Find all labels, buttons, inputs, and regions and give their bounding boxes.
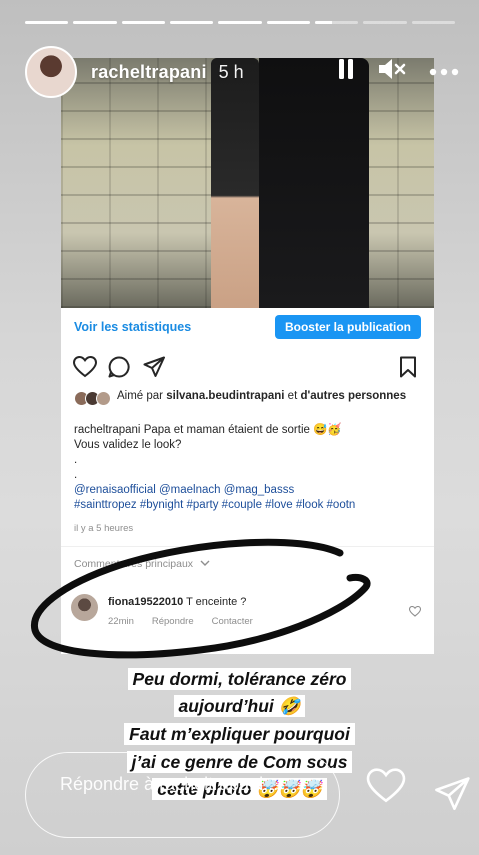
comment-text: fiona19522010 T enceinte ? — [108, 596, 247, 608]
progress-segment — [73, 21, 117, 24]
heart-icon[interactable] — [72, 355, 98, 383]
comment-item: fiona19522010 T enceinte ? 22min Répondr… — [71, 594, 422, 634]
caption-dot-2: . — [74, 469, 78, 481]
comment-time: 22min — [108, 616, 134, 627]
liked-others-link[interactable]: d'autres personnes — [300, 390, 406, 402]
story-text-line: aujourd’hui 🤣 — [0, 694, 479, 718]
story-username[interactable]: racheltrapani — [91, 62, 207, 83]
view-stats-link[interactable]: Voir les statistiques — [74, 320, 191, 334]
liked-by: Aimé par silvana.beudintrapani et d'autr… — [74, 389, 424, 406]
post-time-ago: il y a 5 heures — [74, 523, 134, 534]
post-insights-row: Voir les statistiques Booster la publica… — [61, 308, 434, 346]
comment-reply-button[interactable]: Répondre — [152, 616, 194, 627]
story-time: 5 h — [218, 61, 244, 82]
pause-icon[interactable] — [337, 57, 355, 86]
progress-segment — [411, 21, 455, 24]
liked-user-link[interactable]: silvana.beudintrapani — [166, 390, 284, 402]
caption-dot-1: . — [74, 454, 78, 466]
story-controls — [337, 57, 459, 86]
comment-icon[interactable] — [108, 356, 130, 383]
comment-meta: 22min Répondre Contacter — [108, 616, 253, 627]
more-icon[interactable] — [429, 63, 459, 81]
liker-avatars — [74, 391, 111, 406]
progress-segment — [25, 21, 69, 24]
progress-segment — [169, 21, 214, 24]
send-icon[interactable] — [433, 776, 471, 817]
progress-segment — [363, 21, 407, 24]
progress-segment — [218, 21, 262, 24]
caption-hashtags[interactable]: #sainttropez #bynight #party #couple #lo… — [74, 499, 355, 511]
caption-mentions[interactable]: @renaisaofficial @maelnach @mag_basss — [74, 484, 294, 496]
mute-icon[interactable] — [377, 57, 407, 86]
story-text-line: Peu dormi, tolérance zéro — [0, 667, 479, 691]
comment-contact-button[interactable]: Contacter — [212, 616, 253, 627]
liked-by-text: Aimé par silvana.beudintrapani et d'autr… — [117, 390, 407, 402]
story-header: racheltrapani 5 h — [25, 45, 459, 99]
caption-text: Papa et maman étaient de sortie 😅🥳 — [143, 424, 342, 436]
post-screenshot: Voir les statistiques Booster la publica… — [61, 58, 434, 654]
divider — [61, 546, 434, 547]
progress-segment — [121, 21, 165, 24]
post-actions — [72, 355, 423, 383]
story-progress — [25, 21, 455, 25]
reply-input[interactable]: Répondre à racheltrapani... — [25, 752, 340, 838]
bookmark-icon[interactable] — [399, 356, 417, 383]
comment-like-icon[interactable] — [408, 604, 422, 622]
progress-segment — [314, 21, 359, 24]
comment-user[interactable]: fiona19522010 — [108, 596, 183, 608]
story-text-line: Faut m’expliquer pourquoi — [0, 722, 479, 746]
chevron-down-icon — [196, 558, 210, 570]
boost-post-button[interactable]: Booster la publication — [274, 315, 421, 339]
avatar[interactable] — [71, 594, 98, 621]
caption-line2: Vous validez le look? — [74, 439, 182, 451]
post-caption: racheltrapani Papa et maman étaient de s… — [74, 423, 424, 513]
share-icon[interactable] — [143, 356, 165, 383]
progress-segment — [266, 21, 310, 24]
avatar[interactable] — [25, 46, 77, 98]
caption-user[interactable]: racheltrapani — [74, 424, 140, 436]
top-comments-filter[interactable]: Commentaires principaux — [74, 558, 210, 570]
heart-icon[interactable] — [366, 768, 406, 809]
